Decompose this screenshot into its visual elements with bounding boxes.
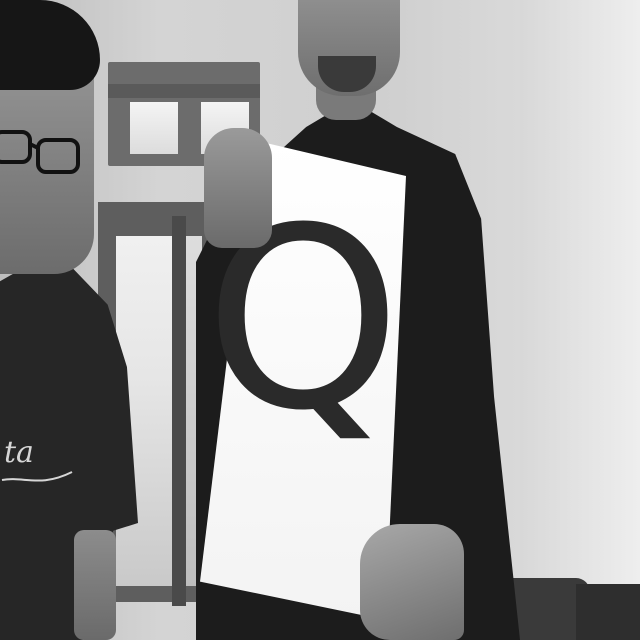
hand-holding-sign-bottom (360, 524, 464, 640)
seated-person-arm (74, 530, 116, 640)
wall-corner (520, 0, 640, 640)
tshirt-script-graphic: ta (1, 435, 73, 482)
desk-corner (576, 584, 640, 640)
window-pane-left (130, 102, 178, 154)
upper-window-rail (108, 84, 260, 98)
door-stile (172, 216, 186, 606)
hand-holding-sign-top (204, 128, 272, 248)
photo-scene: Q ta (0, 0, 640, 640)
tshirt-print-text: ta (4, 435, 34, 470)
tshirt-print: ta (0, 410, 80, 500)
eyeglasses-icon (0, 130, 80, 174)
